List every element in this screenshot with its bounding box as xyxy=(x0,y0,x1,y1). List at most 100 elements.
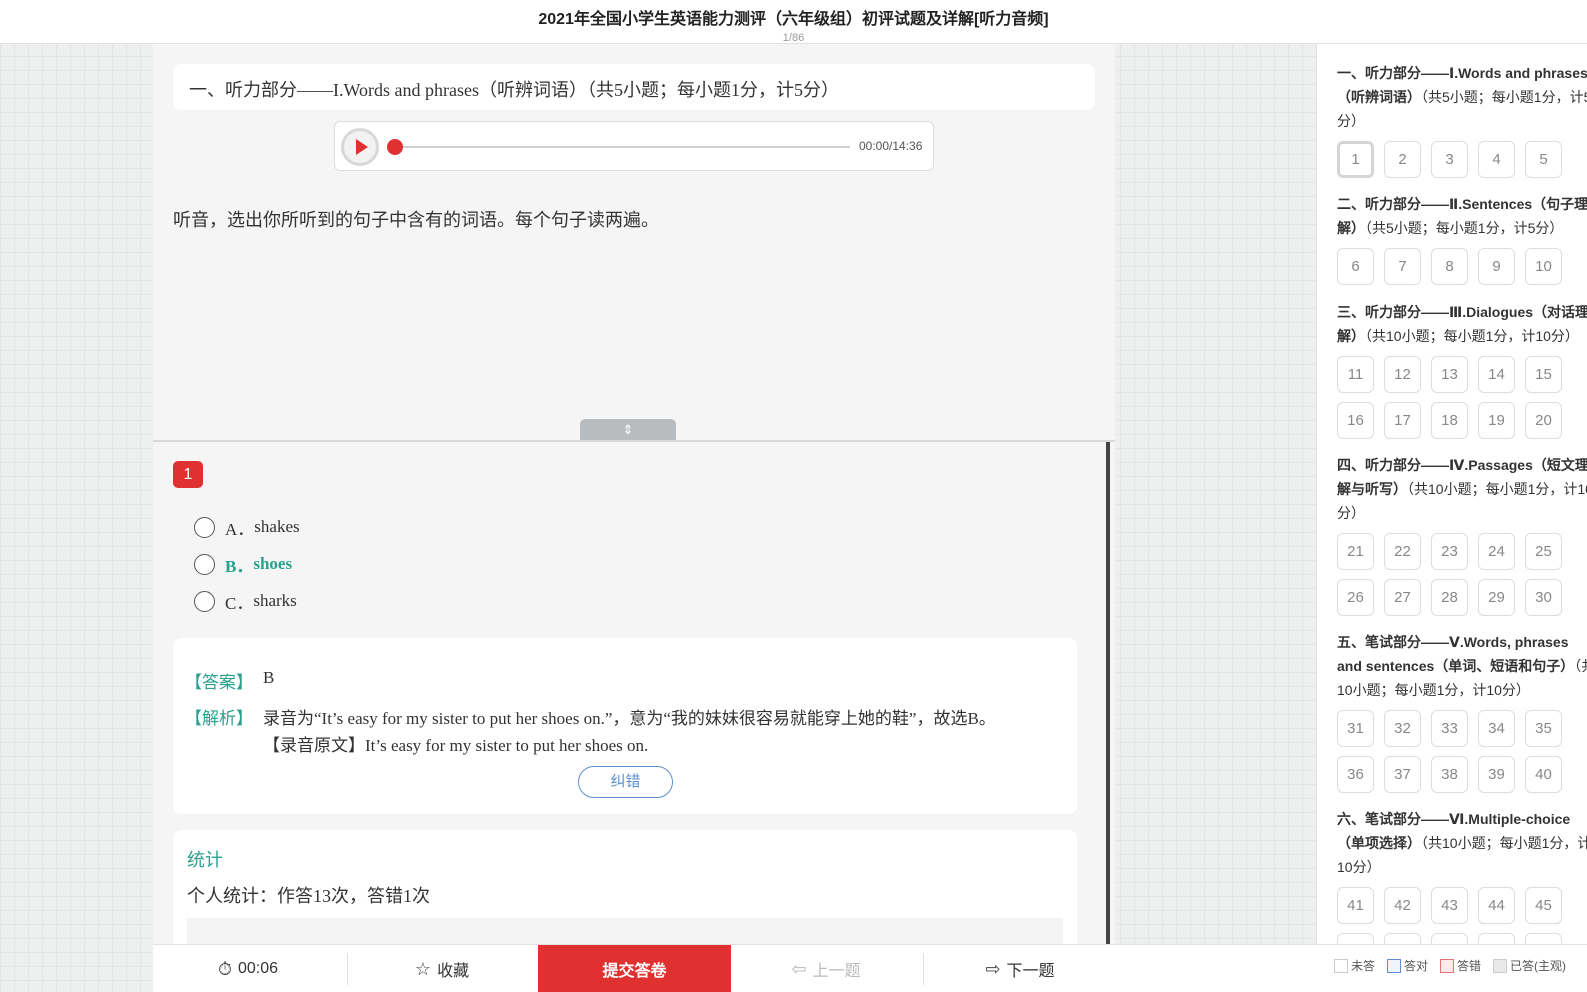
nav-question-button[interactable]: 47 xyxy=(1384,933,1421,944)
nav-section-desc: （共10小题；每小题1分，计10分） xyxy=(1365,328,1579,344)
nav-question-button[interactable]: 46 xyxy=(1337,933,1374,944)
nav-question-button[interactable]: 28 xyxy=(1431,579,1468,616)
nav-question-button[interactable]: 13 xyxy=(1431,356,1468,393)
radio-icon[interactable] xyxy=(194,516,215,538)
arrow-left-icon: ⇦ xyxy=(791,958,807,979)
answer-label: 【答案】 xyxy=(185,673,253,692)
option-text: sharks xyxy=(253,591,297,610)
nav-question-button[interactable]: 15 xyxy=(1525,356,1562,393)
timer: ⏱ 00:06 xyxy=(153,945,343,992)
pane-resize-handle[interactable]: ⇕ xyxy=(580,419,676,441)
scrollbar[interactable] xyxy=(1106,442,1110,944)
prev-question-button[interactable]: ⇦ 上一题 xyxy=(731,945,921,992)
nav-question-button[interactable]: 20 xyxy=(1525,402,1562,439)
legend-swatch xyxy=(1334,958,1348,973)
answer-value: B xyxy=(263,668,275,687)
nav-question-button[interactable]: 8 xyxy=(1431,248,1468,285)
nav-question-button[interactable]: 26 xyxy=(1337,579,1374,616)
next-question-button[interactable]: ⇨ 下一题 xyxy=(925,945,1115,992)
nav-question-button[interactable]: 25 xyxy=(1525,533,1562,570)
nav-section-6: 六、笔试部分——Ⅵ.Multiple-choice（单项选择）（共10小题；每小… xyxy=(1337,807,1587,944)
nav-question-button[interactable]: 1 xyxy=(1337,141,1374,178)
nav-question-button[interactable]: 3 xyxy=(1431,141,1468,178)
nav-section-2: 二、听力部分——Ⅱ.Sentences（句子理解）（共5小题；每小题1分，计5分… xyxy=(1337,192,1587,294)
option-a[interactable]: A． shakes xyxy=(194,514,300,540)
instruction-text: 听音，选出你所听到的句子中含有的词语。每个句子读两遍。 xyxy=(173,210,659,230)
nav-question-button[interactable]: 48 xyxy=(1431,933,1468,944)
nav-question-button[interactable]: 37 xyxy=(1384,756,1421,793)
analysis-label: 【解析】 xyxy=(185,709,253,728)
nav-question-button[interactable]: 39 xyxy=(1478,756,1515,793)
nav-question-button[interactable]: 32 xyxy=(1384,710,1421,747)
nav-question-button[interactable]: 23 xyxy=(1431,533,1468,570)
nav-question-button[interactable]: 18 xyxy=(1431,402,1468,439)
legend-label: 已答(主观) xyxy=(1510,959,1567,973)
nav-question-button[interactable]: 34 xyxy=(1478,710,1515,747)
option-text: shoes xyxy=(253,554,293,573)
nav-question-button[interactable]: 12 xyxy=(1384,356,1421,393)
submit-button[interactable]: 提交答卷 xyxy=(538,945,731,992)
legend-wrong: 答错 xyxy=(1440,957,1481,974)
nav-section-1: 一、听力部分——Ⅰ.Words and phrases （听辨词语）（共5小题；… xyxy=(1337,61,1587,187)
nav-question-button[interactable]: 45 xyxy=(1525,887,1562,924)
nav-question-button[interactable]: 33 xyxy=(1431,710,1468,747)
nav-question-button[interactable]: 9 xyxy=(1478,248,1515,285)
nav-question-button[interactable]: 38 xyxy=(1431,756,1468,793)
page-indicator: 1/86 xyxy=(782,32,805,44)
legend-correct: 答对 xyxy=(1387,957,1428,974)
header: 2021年全国小学生英语能力测评（六年级组）初评试题及详解[听力音频] 1/86 xyxy=(0,0,1587,44)
arrow-right-icon: ⇨ xyxy=(985,958,1001,979)
option-letter: C． xyxy=(225,593,254,613)
nav-question-button[interactable]: 22 xyxy=(1384,533,1421,570)
play-button[interactable] xyxy=(341,128,379,166)
legend-label: 答对 xyxy=(1404,959,1429,973)
nav-question-button[interactable]: 14 xyxy=(1478,356,1515,393)
nav-question-button[interactable]: 4 xyxy=(1478,141,1515,178)
nav-question-button[interactable]: 2 xyxy=(1384,141,1421,178)
option-text: shakes xyxy=(254,517,300,536)
legend-swatch xyxy=(1387,958,1402,973)
nav-question-button[interactable]: 16 xyxy=(1337,402,1374,439)
nav-question-button[interactable]: 40 xyxy=(1525,756,1562,793)
stats-title: 统计 xyxy=(187,850,223,870)
nav-question-button[interactable]: 10 xyxy=(1525,248,1562,285)
option-c[interactable]: C． sharks xyxy=(194,588,297,614)
nav-question-button[interactable]: 44 xyxy=(1478,887,1515,924)
nav-question-button[interactable]: 21 xyxy=(1337,533,1374,570)
nav-question-button[interactable]: 42 xyxy=(1384,887,1421,924)
report-error-button[interactable]: 纠错 xyxy=(578,766,673,798)
nav-question-button[interactable]: 17 xyxy=(1384,402,1421,439)
nav-question-button[interactable]: 19 xyxy=(1478,402,1515,439)
nav-question-button[interactable]: 6 xyxy=(1337,248,1374,285)
favorite-button[interactable]: ☆ 收藏 xyxy=(347,945,537,992)
nav-question-button[interactable]: 5 xyxy=(1525,141,1562,178)
radio-icon[interactable] xyxy=(194,590,215,612)
option-b[interactable]: B． shoes xyxy=(194,551,292,577)
nav-question-button[interactable]: 43 xyxy=(1431,887,1468,924)
nav-question-button[interactable]: 7 xyxy=(1384,248,1421,285)
legend-subjective: 已答(主观) xyxy=(1493,957,1566,974)
nav-question-button[interactable]: 27 xyxy=(1384,579,1421,616)
audio-player: 00:00/14:36 xyxy=(334,121,934,171)
audio-progress-track[interactable] xyxy=(395,146,850,148)
nav-question-button[interactable]: 30 xyxy=(1525,579,1562,616)
nav-question-button[interactable]: 24 xyxy=(1478,533,1515,570)
answer-card: 【答案】 B 【解析】 录音为“It’s easy for my sister … xyxy=(173,638,1077,814)
nav-question-button[interactable]: 35 xyxy=(1525,710,1562,747)
nav-question-button[interactable]: 31 xyxy=(1337,710,1374,747)
nav-question-button[interactable]: 41 xyxy=(1337,887,1374,924)
nav-question-button[interactable]: 49 xyxy=(1478,933,1515,944)
nav-question-button[interactable]: 11 xyxy=(1337,356,1374,393)
audio-progress-knob[interactable] xyxy=(387,139,403,155)
option-letter: B． xyxy=(225,556,254,576)
nav-question-button[interactable]: 36 xyxy=(1337,756,1374,793)
status-legend: 未答 答对 答错 已答(主观) xyxy=(1334,957,1578,974)
stats-table xyxy=(187,918,1063,944)
divider xyxy=(923,953,924,985)
section-title: 一、听力部分——I.Words and phrases（听辨词语）（共5小题；每… xyxy=(173,64,1095,110)
nav-question-button[interactable]: 50 xyxy=(1525,933,1562,944)
nav-question-button[interactable]: 29 xyxy=(1478,579,1515,616)
radio-icon[interactable] xyxy=(194,553,215,575)
nav-section-5: 五、笔试部分——Ⅴ.Words, phrases and sentences（单… xyxy=(1337,630,1587,802)
favorite-label: 收藏 xyxy=(437,963,470,980)
